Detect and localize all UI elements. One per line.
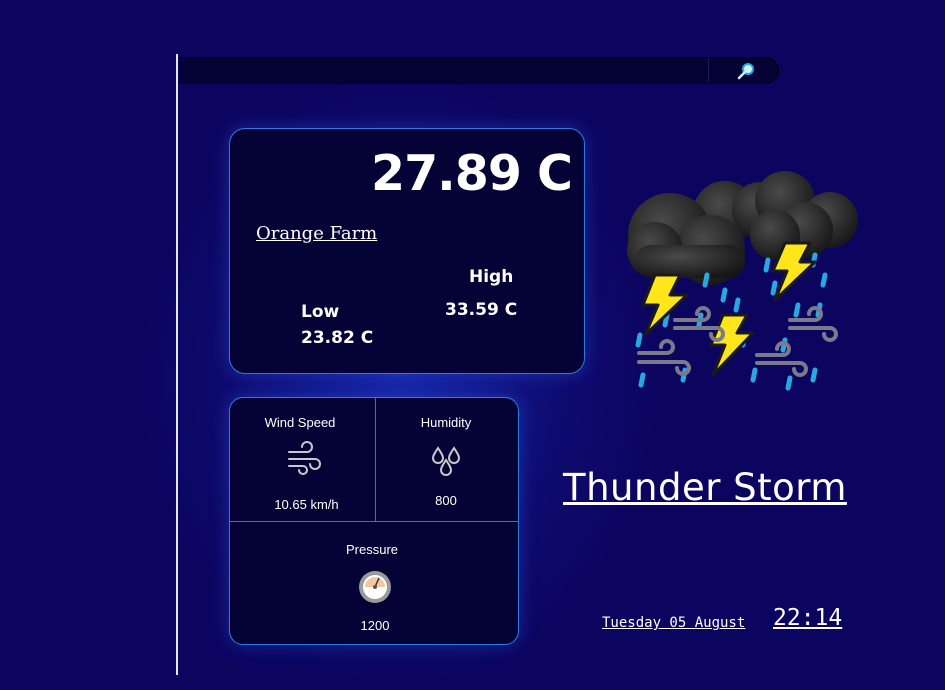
low-value: 23.82 C <box>301 328 374 348</box>
wind-icon <box>288 441 321 475</box>
humidity-value: 800 <box>435 493 457 508</box>
high-label: High <box>469 267 514 287</box>
pressure-label: Pressure <box>345 542 399 557</box>
current-date: Tuesday 05 August <box>602 615 746 631</box>
city-name: Orange Farm <box>256 223 378 244</box>
search-divider <box>708 58 709 83</box>
low-label: Low <box>301 302 340 322</box>
sidebar-divider <box>176 54 178 675</box>
wind-speed-label: Wind Speed <box>264 415 336 430</box>
pressure-value: 1200 <box>360 618 390 633</box>
search-icon <box>737 63 754 80</box>
weather-description: Thunder Storm <box>563 466 847 509</box>
thunderstorm-icon <box>627 171 858 391</box>
high-value: 33.59 C <box>445 300 518 320</box>
current-weather-card: 27.89 C Orange Farm High 33.59 C Low 23.… <box>229 128 585 374</box>
search-bar <box>179 57 779 84</box>
stats-card: Wind Speed 10.65 km/h Humidity 800 Press… <box>229 397 519 645</box>
droplets-icon <box>431 446 461 476</box>
search-input[interactable] <box>186 61 710 82</box>
search-button[interactable] <box>736 61 756 81</box>
humidity-label: Humidity <box>420 415 472 430</box>
stats-divider-horizontal <box>230 521 518 522</box>
wind-speed-value: 10.65 km/h <box>274 497 339 512</box>
current-temperature: 27.89 C <box>370 145 573 202</box>
current-time: 22:14 <box>773 605 843 631</box>
barometer-icon <box>359 571 391 603</box>
